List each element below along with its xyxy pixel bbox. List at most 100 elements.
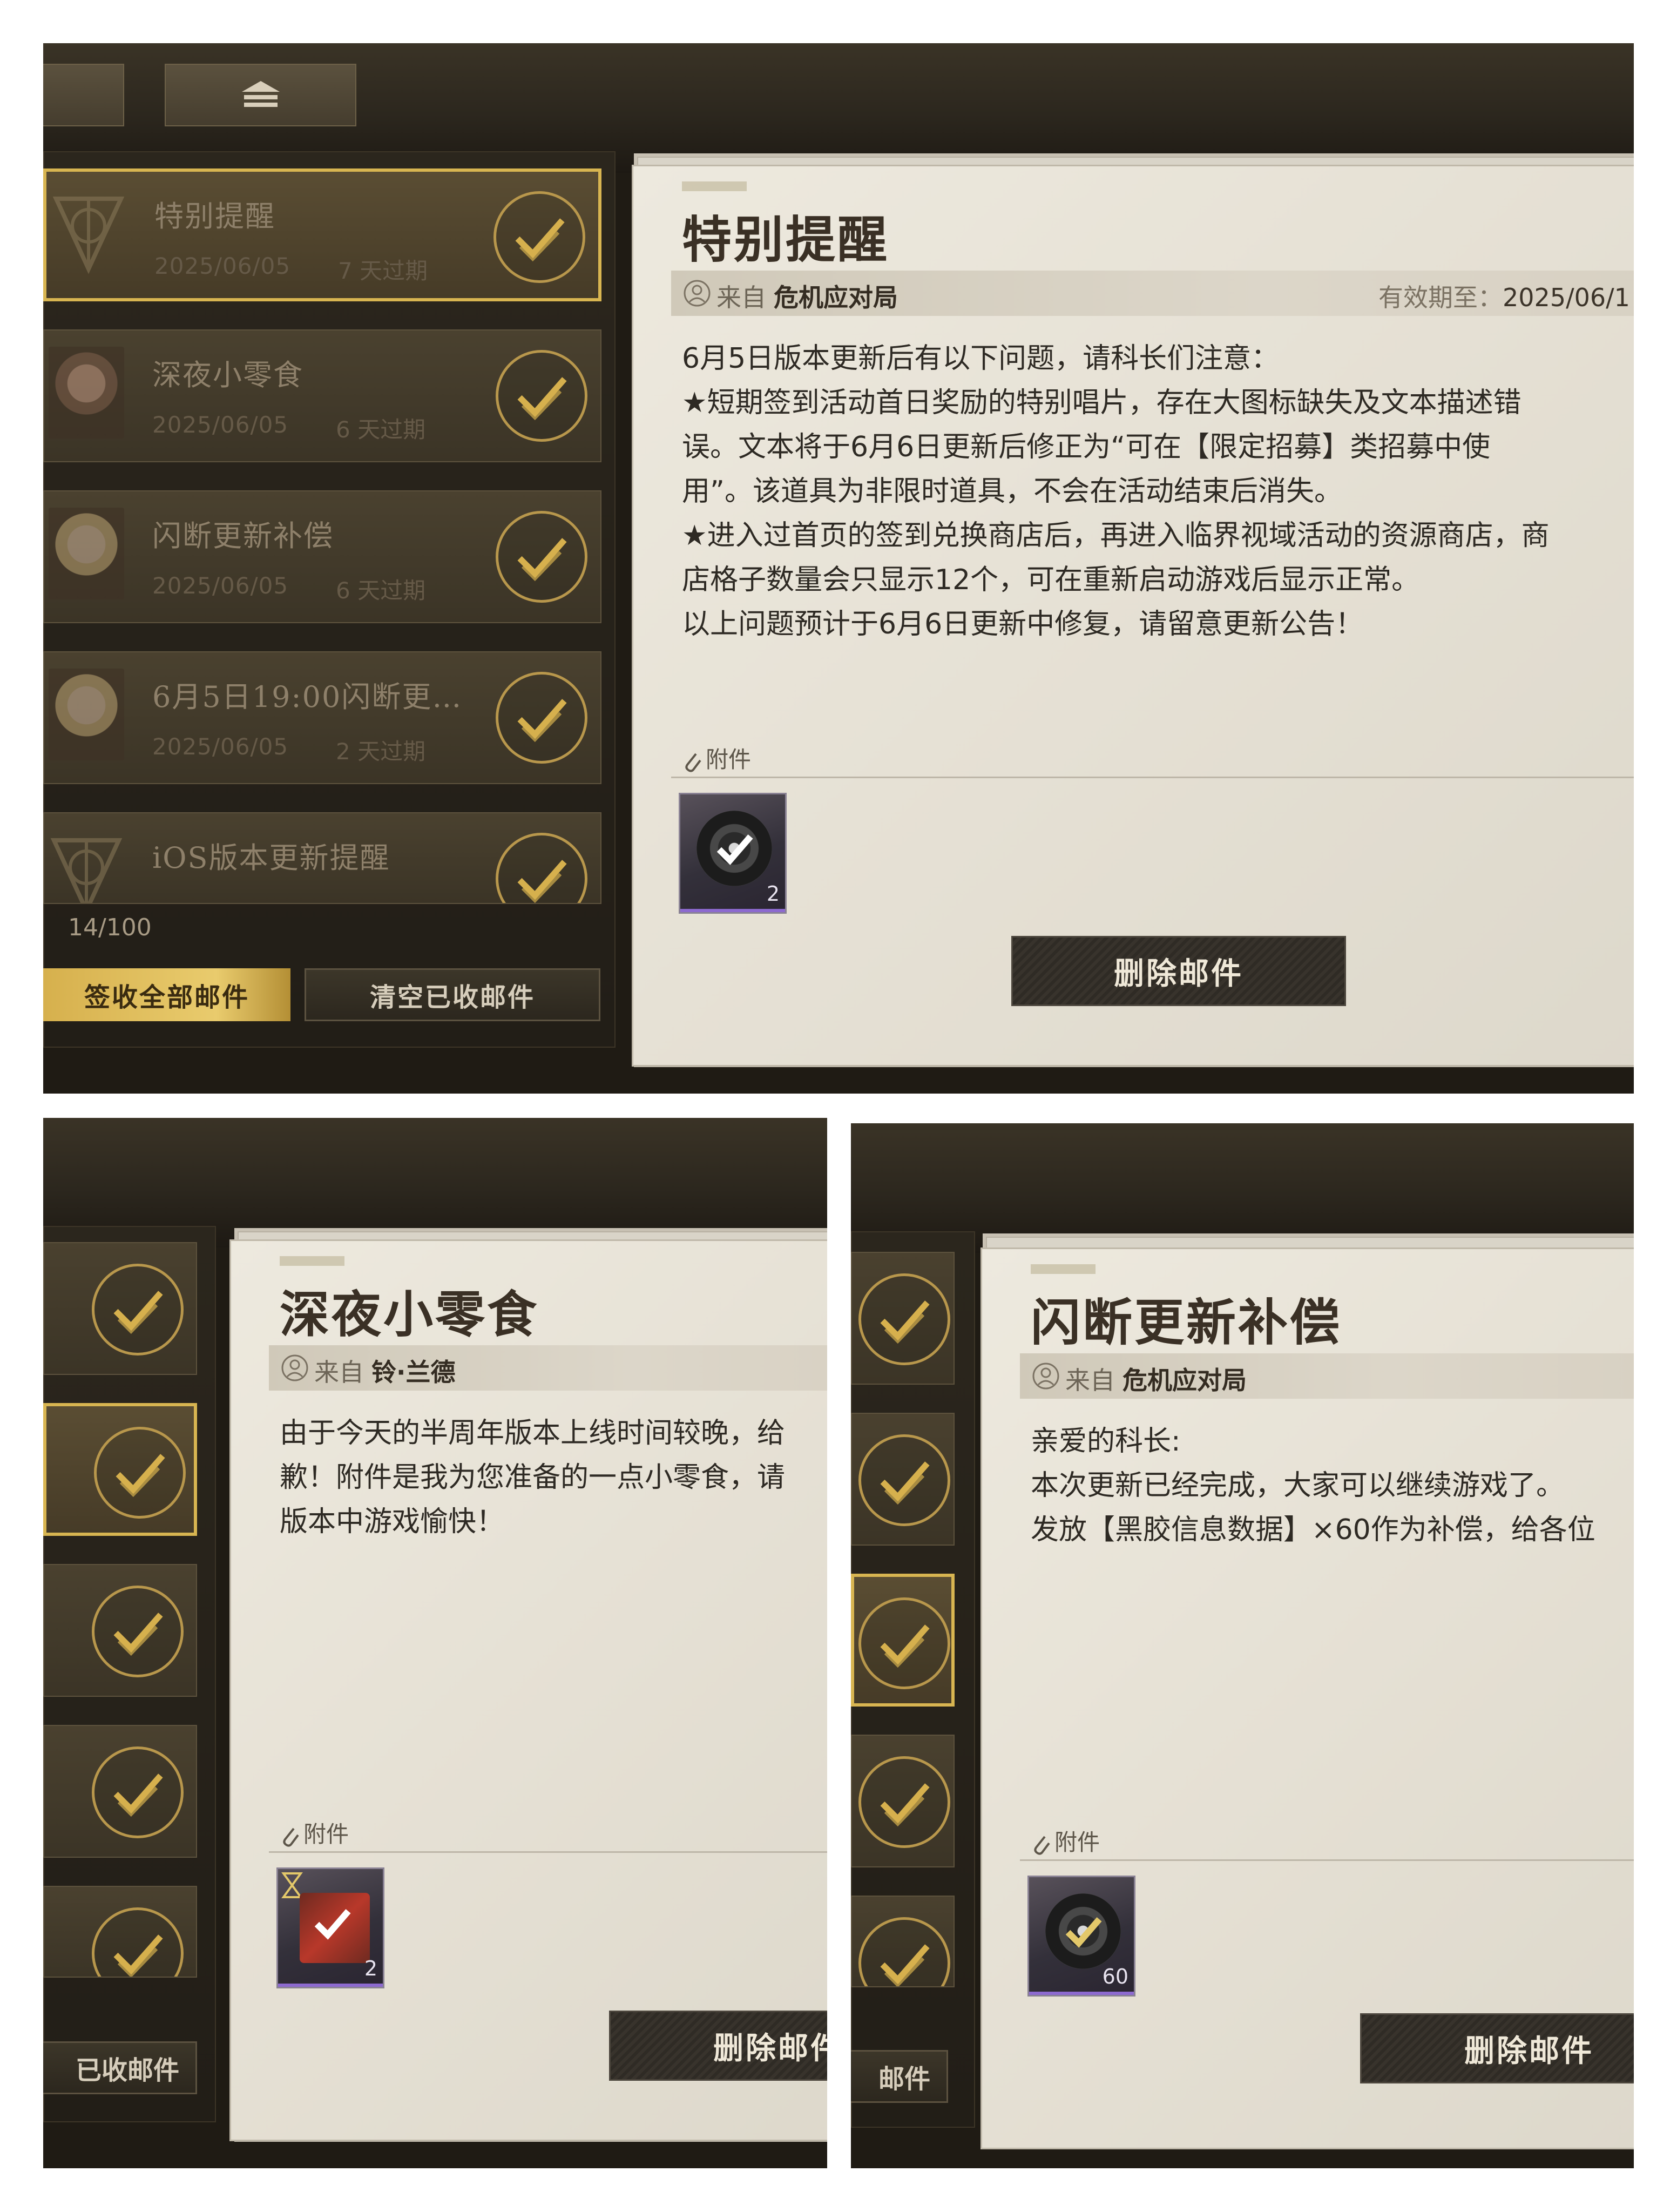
received-check-icon (496, 511, 587, 603)
body-line: 店格子数量会只显示12个，可在重新启动游戏后显示正常。 (682, 564, 1420, 596)
mail-detail-paper: 深夜小零食 来自 铃·兰德 由于今天的半周年版本上线时间较晚，给 歉！附件是我为… (229, 1239, 827, 2141)
divider (269, 1851, 827, 1853)
attachment-label: 附件 (303, 1821, 349, 1847)
mail-list-item[interactable] (43, 1403, 197, 1536)
attachment-item[interactable]: 2 (679, 793, 787, 914)
mail-list-item[interactable] (851, 1252, 955, 1385)
home-button[interactable] (165, 64, 356, 126)
received-check-icon (92, 1746, 184, 1838)
body-line: 用”。该道具为非限时道具，不会在活动结束后消失。 (682, 475, 1342, 508)
delete-mail-button[interactable]: 删除邮件 (1360, 2013, 1634, 2083)
attachment-item[interactable]: 60 (1027, 1876, 1135, 1997)
mail-list-item[interactable]: 6月5日19:00闪断更… 2025/06/05 2 天过期 (43, 651, 601, 784)
mail-list-item[interactable] (851, 1735, 955, 1867)
mail-list-item[interactable]: 深夜小零食 2025/06/05 6 天过期 (43, 329, 601, 462)
divider (1020, 1859, 1634, 1861)
received-check-icon (493, 191, 585, 283)
received-check-icon (1065, 1917, 1102, 1948)
body-line: ★进入过首页的签到兑换商店后，再进入临界视域活动的资源商店，商 (682, 520, 1550, 552)
from-label: 来自 (314, 1358, 364, 1387)
mail-list-item[interactable] (43, 1725, 197, 1858)
paperclip-icon (283, 1827, 299, 1847)
person-icon (281, 1354, 308, 1381)
mail-list-item[interactable] (851, 1413, 955, 1546)
delete-mail-button[interactable]: 删除邮件 (609, 2011, 827, 2081)
attachment-label: 附件 (706, 746, 752, 773)
mail-item-date: 2025/06/05 (152, 572, 289, 599)
mail-list-item[interactable] (851, 1896, 955, 1987)
sender-bar: 来自 铃·兰德 (269, 1345, 827, 1391)
home-icon (241, 81, 280, 107)
stamp-mark (1031, 1264, 1096, 1274)
received-check-icon (496, 833, 587, 903)
mail-list-item[interactable]: 闪断更新补偿 2025/06/05 6 天过期 (43, 490, 601, 623)
claim-all-button[interactable]: 签收全部邮件 (43, 968, 290, 1021)
person-icon (684, 280, 711, 307)
mail-item-date: 2025/06/05 (152, 733, 289, 760)
mail-title: 深夜小零食 (280, 1285, 539, 1344)
mail-item-expire: 7 天过期 (338, 258, 428, 284)
valid-until: 有效期至：2025/06/1 (1378, 278, 1630, 314)
sender-name: 危机应对局 (774, 283, 898, 312)
body-line: 亲爱的科长: (1031, 1425, 1181, 1458)
mail-item-date: 2025/06/05 (152, 412, 289, 438)
body-line: 以上问题预计于6月6日更新中修复，请留意更新公告！ (682, 608, 1364, 640)
mail-list-item[interactable] (851, 1574, 955, 1707)
character-avatar (49, 669, 124, 760)
valid-until-value: 2025/06/1 (1503, 283, 1630, 312)
mail-item-expire: 2 天过期 (336, 738, 426, 765)
mail-list-item[interactable]: iOS版本更新提醒 (43, 812, 601, 904)
body-line: ★短期签到活动首日奖励的特别唱片，存在大图标缺失及文本描述错 (682, 387, 1522, 419)
attachment-header: 附件 (280, 1816, 349, 1849)
body-line: 本次更新已经完成，大家可以继续游戏了。 (1031, 1469, 1565, 1502)
sender-bar: 来自 危机应对局 (1020, 1353, 1634, 1399)
body-line: 版本中游戏愉快！ (280, 1506, 505, 1538)
delete-mail-button[interactable]: 删除邮件 (1011, 936, 1346, 1006)
mail-list-item[interactable] (43, 1886, 197, 1978)
from-label: 来自 (716, 283, 766, 312)
mail-item-title: 特别提醒 (154, 199, 275, 233)
mail-list-item[interactable] (43, 1564, 197, 1697)
emblem-icon (52, 197, 125, 274)
received-check-icon (92, 1264, 184, 1355)
received-check-icon (716, 834, 753, 865)
mail-item-expire: 6 天过期 (336, 577, 426, 604)
person-icon (1032, 1363, 1059, 1390)
mail-detail-paper: 闪断更新补偿 来自 危机应对局 亲爱的科长: 本次更新已经完成，大家可以继续游戏… (980, 1247, 1634, 2149)
back-button[interactable] (43, 64, 124, 126)
body-line: 发放【黑胶信息数据】×60作为补偿，给各位 (1031, 1514, 1595, 1546)
received-check-icon (92, 1586, 184, 1677)
clear-received-button[interactable]: 邮件 (851, 2050, 948, 2103)
received-check-icon (94, 1427, 186, 1519)
body-line: 由于今天的半周年版本上线时间较晚，给 (280, 1417, 786, 1449)
attachment-label: 附件 (1054, 1829, 1100, 1856)
received-check-icon (858, 1434, 950, 1526)
body-line: 误。文本将于6月6日更新后修正为“可在【限定招募】类招募中使 (682, 431, 1491, 463)
mail-item-title: iOS版本更新提醒 (152, 841, 390, 875)
received-check-icon (496, 672, 587, 764)
mail-count: 14/100 (68, 914, 152, 941)
received-check-icon (92, 1907, 184, 1977)
mail-item-date: 2025/06/05 (154, 253, 291, 279)
clear-received-button[interactable]: 已收邮件 (43, 2041, 197, 2094)
mail-list-item[interactable]: 特别提醒 2025/06/05 7 天过期 (43, 168, 601, 301)
attachment-header: 附件 (682, 741, 751, 774)
received-check-icon (314, 1909, 351, 1940)
mail-list-item[interactable] (43, 1242, 197, 1375)
hourglass-icon (281, 1872, 303, 1898)
mail-screen-update-compensation: 邮件 闪断更新补偿 来自 危机应对局 亲爱的科长: 本次更新已经完成，大家可以继… (851, 1123, 1634, 2168)
mail-body: 亲爱的科长: 本次更新已经完成，大家可以继续游戏了。 发放【黑胶信息数据】×60… (1031, 1419, 1595, 1552)
divider (671, 777, 1634, 778)
item-quantity: 2 (766, 882, 780, 906)
from-label: 来自 (1065, 1366, 1115, 1395)
mail-body: 6月5日版本更新后有以下问题，请科长们注意： ★短期签到活动首日奖励的特别唱片，… (682, 336, 1550, 646)
stamp-mark (682, 181, 747, 191)
sender-name: 危机应对局 (1122, 1366, 1247, 1395)
mail-item-expire: 6 天过期 (336, 416, 426, 443)
mail-body: 由于今天的半周年版本上线时间较晚，给 歉！附件是我为您准备的一点小零食，请 版本… (280, 1411, 785, 1544)
clear-received-button[interactable]: 清空已收邮件 (305, 968, 600, 1021)
sender-name: 铃·兰德 (371, 1358, 456, 1387)
mail-title: 特别提醒 (682, 211, 890, 269)
sender-bar: 来自 危机应对局 有效期至：2025/06/1 (671, 271, 1634, 316)
attachment-item[interactable]: 2 (276, 1867, 384, 1988)
